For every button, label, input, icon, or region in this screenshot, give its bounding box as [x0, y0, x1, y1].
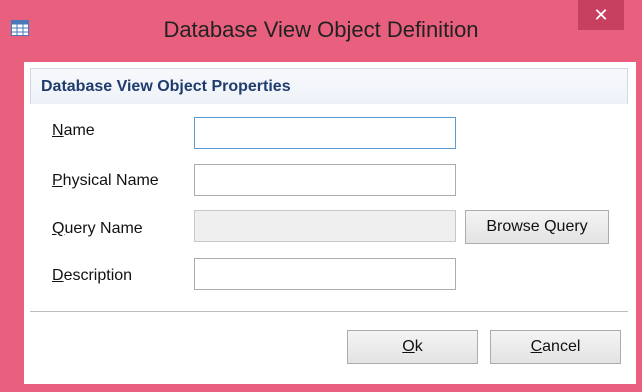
group-header: Database View Object Properties: [30, 68, 628, 104]
query-name-label-text: uery Name: [64, 220, 143, 237]
separator: [30, 311, 628, 312]
name-input[interactable]: [194, 117, 456, 149]
ok-button-mnemonic: O: [402, 338, 415, 355]
close-button[interactable]: ✕: [578, 0, 624, 30]
description-label-mnemonic: D: [52, 267, 64, 284]
physical-name-label-mnemonic: P: [52, 172, 63, 189]
dialog-client-area: Database View Object Properties Name Phy…: [24, 62, 636, 384]
group-title: Database View Object Properties: [41, 78, 291, 95]
cancel-button-mnemonic: C: [530, 338, 543, 355]
physical-name-label: Physical Name: [52, 172, 159, 190]
description-label: Description: [52, 267, 132, 285]
query-name-input: [194, 210, 456, 242]
description-label-text: escription: [63, 267, 133, 284]
window-title: Database View Object Definition: [163, 17, 479, 42]
ok-button-text: k: [414, 338, 423, 355]
name-label-text: ame: [63, 122, 95, 139]
query-name-label: Query Name: [52, 220, 143, 238]
name-label: Name: [52, 122, 95, 140]
query-name-label-mnemonic: Q: [52, 220, 65, 237]
cancel-button[interactable]: Cancel: [490, 330, 621, 364]
name-label-mnemonic: N: [52, 122, 64, 139]
ok-button[interactable]: Ok: [347, 330, 478, 364]
title-bar[interactable]: Database View Object Definition ✕: [0, 0, 642, 62]
close-icon: ✕: [593, 5, 609, 25]
browse-query-button[interactable]: Browse Query: [465, 210, 609, 244]
dialog-window: Database View Object Definition ✕ Databa…: [0, 0, 642, 392]
cancel-button-text: ancel: [542, 338, 581, 355]
physical-name-label-text: hysical Name: [62, 172, 159, 189]
physical-name-input[interactable]: [194, 164, 456, 196]
description-input[interactable]: [194, 258, 456, 290]
